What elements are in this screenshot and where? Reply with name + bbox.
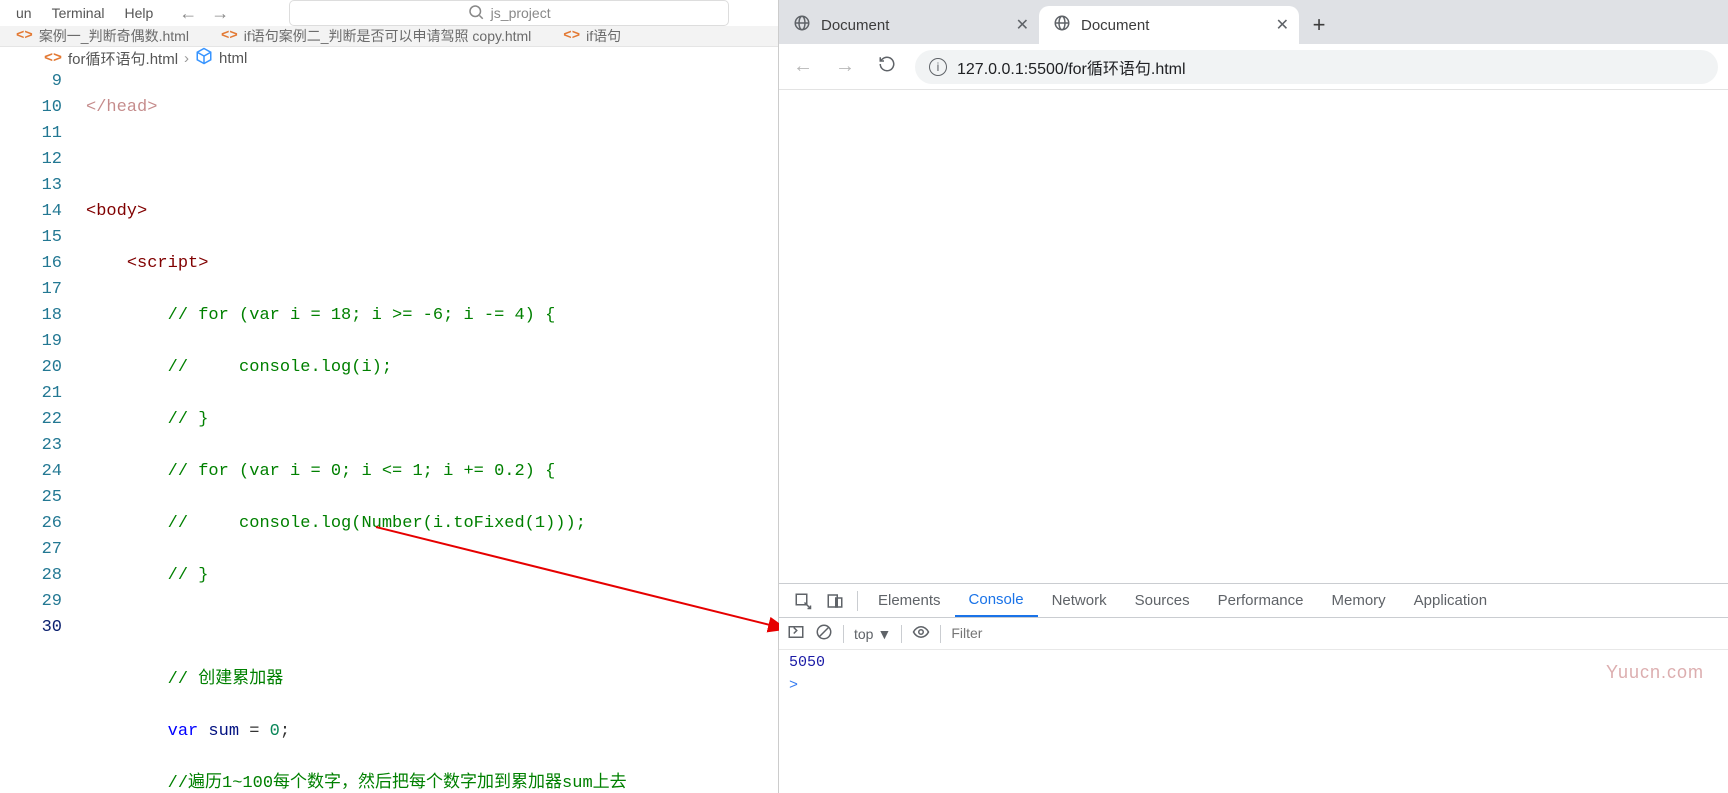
close-tab-icon[interactable]: ✕ bbox=[1016, 15, 1029, 35]
html-file-icon: <> bbox=[44, 50, 62, 67]
devtools-tab-application[interactable]: Application bbox=[1400, 584, 1501, 617]
console-output: 5050 bbox=[779, 650, 1728, 675]
globe-icon bbox=[1053, 14, 1071, 36]
close-tab-icon[interactable]: ✕ bbox=[1276, 15, 1289, 35]
context-selector[interactable]: top ▼ bbox=[854, 626, 891, 642]
line-number: 11 bbox=[0, 121, 62, 147]
clear-console-icon[interactable] bbox=[815, 623, 833, 645]
chevron-down-icon: ▼ bbox=[877, 626, 891, 642]
line-number: 28 bbox=[0, 563, 62, 589]
console-toolbar: top ▼ bbox=[779, 618, 1728, 650]
devtools-tab-bar: Elements Console Network Sources Perform… bbox=[779, 584, 1728, 618]
live-expression-icon[interactable] bbox=[912, 623, 930, 645]
breadcrumb-node[interactable]: html bbox=[219, 50, 247, 67]
inspect-element-icon[interactable] bbox=[787, 592, 819, 610]
line-number: 17 bbox=[0, 277, 62, 303]
console-filter-input[interactable] bbox=[951, 625, 1720, 641]
browser-tab-1-title: Document bbox=[821, 17, 889, 34]
devtools-tab-sources[interactable]: Sources bbox=[1121, 584, 1204, 617]
search-icon bbox=[467, 3, 485, 24]
html-file-icon: <> bbox=[563, 28, 580, 44]
console-sidebar-toggle-icon[interactable] bbox=[787, 623, 805, 645]
line-number: 12 bbox=[0, 147, 62, 173]
console-prompt[interactable]: > bbox=[779, 675, 1728, 696]
line-number: 10 bbox=[0, 95, 62, 121]
browser-forward-icon[interactable]: → bbox=[831, 55, 859, 78]
browser-tab-2[interactable]: Document ✕ bbox=[1039, 6, 1299, 44]
editor-tab-2[interactable]: <> if语句案例二_判断是否可以申请驾照 copy.html bbox=[205, 26, 547, 46]
url-field[interactable]: i 127.0.0.1:5500/for循环语句.html bbox=[915, 50, 1718, 84]
editor-tab-2-label: if语句案例二_判断是否可以申请驾照 copy.html bbox=[244, 26, 532, 46]
address-bar: ← → i 127.0.0.1:5500/for循环语句.html bbox=[779, 44, 1728, 90]
context-label: top bbox=[854, 626, 873, 642]
devtools-tab-console[interactable]: Console bbox=[955, 584, 1038, 617]
menu-terminal[interactable]: Terminal bbox=[42, 5, 115, 21]
line-number: 27 bbox=[0, 537, 62, 563]
line-number: 16 bbox=[0, 251, 62, 277]
devtools-tab-elements[interactable]: Elements bbox=[864, 584, 955, 617]
code-editor[interactable]: 9 10 11 12 13 14 15 16 17 18 19 20 21 22… bbox=[0, 69, 778, 793]
line-number: 29 bbox=[0, 589, 62, 615]
console-log-value: 5050 bbox=[789, 654, 825, 671]
editor-tab-3[interactable]: <> if语句 bbox=[547, 26, 637, 46]
code-content[interactable]: </head> <body> <script> // for (var i = … bbox=[86, 69, 778, 793]
prompt-icon: > bbox=[789, 677, 798, 694]
html-file-icon: <> bbox=[16, 28, 33, 44]
browser-tab-2-title: Document bbox=[1081, 17, 1149, 34]
devtools-tab-memory[interactable]: Memory bbox=[1318, 584, 1400, 617]
line-number: 26 bbox=[0, 511, 62, 537]
editor-tab-1-label: 案例一_判断奇偶数.html bbox=[39, 26, 189, 46]
site-info-icon[interactable]: i bbox=[929, 58, 947, 76]
line-number: 21 bbox=[0, 381, 62, 407]
line-number: 24 bbox=[0, 459, 62, 485]
nav-back-icon[interactable]: ← bbox=[179, 3, 197, 24]
line-number: 22 bbox=[0, 407, 62, 433]
browser-tab-1[interactable]: Document ✕ bbox=[779, 6, 1039, 44]
search-placeholder: js_project bbox=[491, 5, 551, 21]
line-number: 20 bbox=[0, 355, 62, 381]
chevron-right-icon: › bbox=[184, 50, 189, 67]
nav-forward-icon[interactable]: → bbox=[211, 3, 229, 24]
editor-tab-3-label: if语句 bbox=[586, 26, 621, 46]
browser-pane: Document ✕ Document ✕ + ← → i 127.0.0.1:… bbox=[778, 0, 1728, 793]
line-number: 9 bbox=[0, 69, 62, 95]
browser-back-icon[interactable]: ← bbox=[789, 55, 817, 78]
device-toolbar-icon[interactable] bbox=[819, 592, 851, 610]
devtools-tab-network[interactable]: Network bbox=[1038, 584, 1121, 617]
line-number: 15 bbox=[0, 225, 62, 251]
breadcrumb-file[interactable]: for循环语句.html bbox=[68, 48, 178, 69]
line-number: 25 bbox=[0, 485, 62, 511]
line-number: 19 bbox=[0, 329, 62, 355]
globe-icon bbox=[793, 14, 811, 36]
menu-run[interactable]: un bbox=[6, 5, 42, 21]
page-viewport bbox=[779, 90, 1728, 583]
editor-tab-bar: <> 案例一_判断奇偶数.html <> if语句案例二_判断是否可以申请驾照 … bbox=[0, 26, 778, 47]
command-search[interactable]: js_project bbox=[289, 0, 729, 26]
html-file-icon: <> bbox=[221, 28, 238, 44]
line-gutter: 9 10 11 12 13 14 15 16 17 18 19 20 21 22… bbox=[0, 69, 86, 793]
devtools-tab-performance[interactable]: Performance bbox=[1204, 584, 1318, 617]
symbol-icon bbox=[195, 47, 213, 69]
watermark-text: Yuucn.com bbox=[1606, 662, 1704, 683]
browser-reload-icon[interactable] bbox=[873, 55, 901, 79]
line-number: 18 bbox=[0, 303, 62, 329]
line-number: 14 bbox=[0, 199, 62, 225]
url-text: 127.0.0.1:5500/for循环语句.html bbox=[957, 55, 1186, 79]
breadcrumb: <> for循环语句.html › html bbox=[0, 47, 778, 69]
menu-help[interactable]: Help bbox=[114, 5, 163, 21]
devtools-panel: Elements Console Network Sources Perform… bbox=[779, 583, 1728, 793]
new-tab-button[interactable]: + bbox=[1299, 6, 1339, 44]
browser-tab-strip: Document ✕ Document ✕ + bbox=[779, 0, 1728, 44]
editor-tab-1[interactable]: <> 案例一_判断奇偶数.html bbox=[0, 26, 205, 46]
line-number: 23 bbox=[0, 433, 62, 459]
line-number: 13 bbox=[0, 173, 62, 199]
console-filter[interactable] bbox=[951, 625, 1720, 642]
editor-pane: un Terminal Help ← → js_project <> 案例一_判… bbox=[0, 0, 778, 793]
line-number: 30 bbox=[0, 615, 62, 641]
menu-bar: un Terminal Help ← → js_project bbox=[0, 0, 778, 26]
